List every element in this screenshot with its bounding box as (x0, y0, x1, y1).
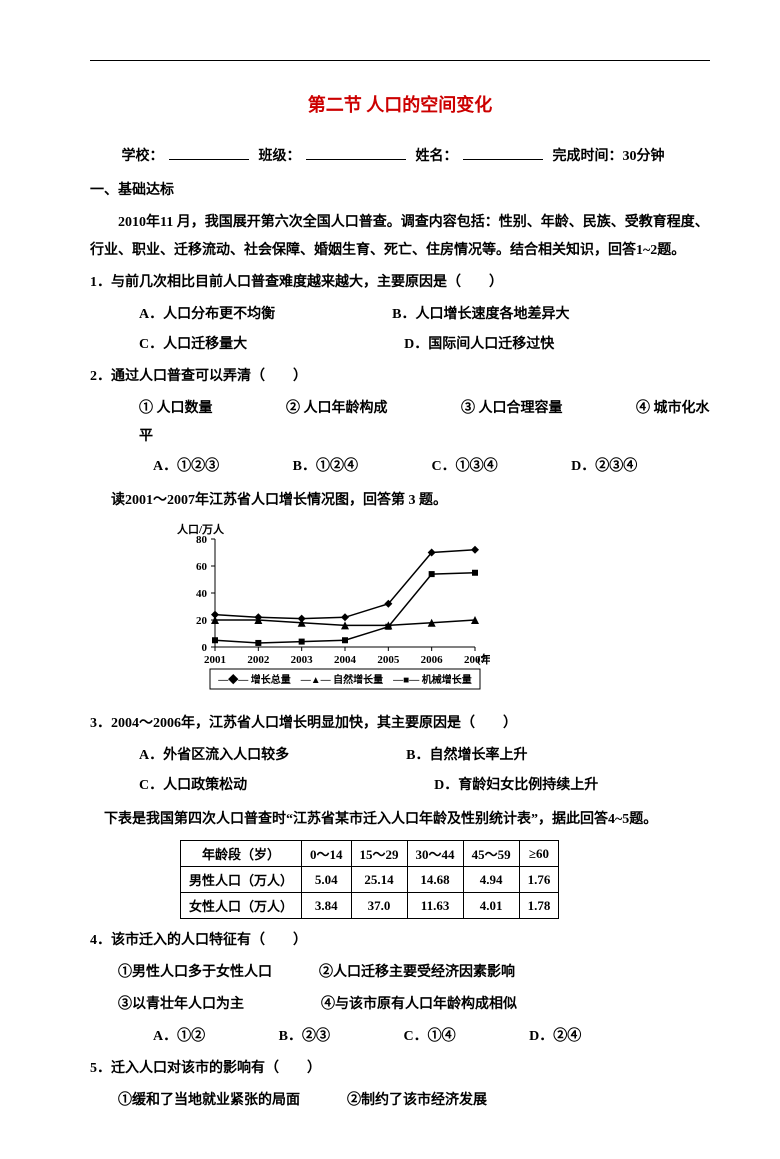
female-15-29: 37.0 (351, 893, 407, 919)
svg-text:2002: 2002 (247, 654, 270, 666)
male-45-59: 4.94 (463, 867, 519, 893)
population-chart: 人口/万人02040608020012002200320042005200620… (160, 519, 710, 704)
th-60plus: ≥60 (519, 841, 559, 867)
svg-text:60: 60 (196, 561, 208, 573)
q3-option-c[interactable]: C．人口政策松动 (139, 778, 247, 793)
q3-option-d[interactable]: D．育龄妇女比例持续上升 (434, 778, 598, 793)
svg-text:—◆— 增长总量 —▲— 自然增长量 —■— 机械增长量: —◆— 增长总量 —▲— 自然增长量 —■— 机械增长量 (217, 673, 471, 686)
section-heading: 一、基础达标 (90, 179, 710, 199)
q3-options-row2: C．人口政策松动 D．育龄妇女比例持续上升 (139, 772, 710, 800)
q5-stem: 5．迁入人口对该市的影响有（ ） (90, 1055, 710, 1083)
q3-stem: 3．2004～2006年，江苏省人口增长明显加快，其主要原因是（ ） (90, 710, 710, 738)
q5-sub1: ①缓和了当地就业紧张的局面 (118, 1093, 300, 1108)
th-0-14: 0～14 (302, 841, 352, 867)
female-45-59: 4.01 (463, 893, 519, 919)
q2-option-a[interactable]: A．①②③ (153, 459, 219, 474)
page-title: 第二节 人口的空间变化 (90, 91, 710, 117)
female-30-44: 11.63 (407, 893, 463, 919)
svg-text:2003: 2003 (291, 654, 314, 666)
svg-text:80: 80 (196, 534, 208, 546)
q4-option-c[interactable]: C．①④ (403, 1029, 455, 1044)
q2-option-b[interactable]: B．①②④ (293, 459, 358, 474)
q4-sub2: ②人口迁移主要受经济因素影响 (319, 965, 515, 980)
th-15-29: 15～29 (351, 841, 407, 867)
top-rule (90, 60, 710, 61)
q4-subitems-row2: ③以青壮年人口为主 ④与该市原有人口年龄构成相似 (118, 991, 710, 1019)
q2-options: A．①②③ B．①②④ C．①③④ D．②③④ (153, 453, 710, 481)
female-60plus: 1.78 (519, 893, 559, 919)
q1-option-b[interactable]: B．人口增长速度各地差异大 (392, 307, 569, 322)
svg-text:40: 40 (196, 588, 208, 600)
chart-caption: 读2001～2007年江苏省人口增长情况图，回答第 3 题。 (111, 487, 710, 515)
q5-sub2: ②制约了该市经济发展 (347, 1093, 487, 1108)
q3-options-row1: A．外省区流入人口较多 B．自然增长率上升 (139, 742, 710, 770)
name-label: 姓名： (416, 149, 458, 164)
info-line: 学校： 班级： 姓名： 完成时间：30分钟 (90, 145, 710, 165)
svg-text:0: 0 (202, 642, 208, 654)
male-15-29: 25.14 (351, 867, 407, 893)
male-60plus: 1.76 (519, 867, 559, 893)
q1-stem: 1．与前几次相比目前人口普查难度越来越大，主要原因是（ ） (90, 269, 710, 297)
q1-options-row2: C．人口迁移量大 D．国际间人口迁移过快 (139, 331, 710, 359)
male-30-44: 14.68 (407, 867, 463, 893)
q4-sub1: ①男性人口多于女性人口 (118, 965, 272, 980)
female-0-14: 3.84 (302, 893, 352, 919)
q1-options-row1: A．人口分布更不均衡 B．人口增长速度各地差异大 (139, 301, 710, 329)
q1-option-a[interactable]: A．人口分布更不均衡 (139, 307, 275, 322)
male-0-14: 5.04 (302, 867, 352, 893)
q4-option-a[interactable]: A．①② (153, 1029, 205, 1044)
q2-option-d[interactable]: D．②③④ (571, 459, 637, 474)
svg-text:2006: 2006 (421, 654, 444, 666)
q4-sub3: ③以青壮年人口为主 (118, 997, 244, 1012)
q2-option-c[interactable]: C．①③④ (431, 459, 497, 474)
table-row: 男性人口（万人） 5.04 25.14 14.68 4.94 1.76 (181, 867, 559, 893)
q4-option-d[interactable]: D．②④ (529, 1029, 581, 1044)
q4-sub4: ④与该市原有人口年龄构成相似 (321, 997, 517, 1012)
table-caption: 下表是我国第四次人口普查时“江苏省某市迁入人口年龄及性别统计表”，据此回答4~5… (104, 806, 710, 834)
school-blank[interactable] (169, 145, 249, 160)
q2-subitems: ① 人口数量 ② 人口年龄构成 ③ 人口合理容量 ④ 城市化水平 (139, 395, 710, 451)
class-blank[interactable] (306, 145, 406, 160)
page: 第二节 人口的空间变化 学校： 班级： 姓名： 完成时间：30分钟 一、基础达标… (0, 0, 780, 1159)
q4-option-b[interactable]: B．②③ (279, 1029, 330, 1044)
svg-text:20: 20 (196, 615, 208, 627)
school-label: 学校： (122, 149, 164, 164)
q2-sub1: ① 人口数量 (139, 401, 213, 416)
chart-svg: 人口/万人02040608020012002200320042005200620… (160, 519, 490, 699)
svg-text:2001: 2001 (204, 654, 226, 666)
female-label: 女性人口（万人） (181, 893, 302, 919)
th-45-59: 45～59 (463, 841, 519, 867)
q3-option-b[interactable]: B．自然增长率上升 (406, 748, 527, 763)
q2-sub4: ④ 城市化水平 (139, 401, 710, 444)
name-blank[interactable] (463, 145, 543, 160)
q1-option-d[interactable]: D．国际间人口迁移过快 (404, 337, 554, 352)
table-row: 女性人口（万人） 3.84 37.0 11.63 4.01 1.78 (181, 893, 559, 919)
table-row: 年龄段（岁） 0～14 15～29 30～44 45～59 ≥60 (181, 841, 559, 867)
q3-option-a[interactable]: A．外省区流入人口较多 (139, 748, 289, 763)
q4-options: A．①② B．②③ C．①④ D．②④ (153, 1023, 710, 1051)
svg-text:2004: 2004 (334, 654, 357, 666)
q5-subitems: ①缓和了当地就业紧张的局面 ②制约了该市经济发展 (118, 1087, 710, 1115)
svg-text:2005: 2005 (377, 654, 400, 666)
intro-paragraph: 2010年11 月，我国展开第六次全国人口普查。调查内容包括：性别、年龄、民族、… (90, 209, 710, 265)
th-30-44: 30～44 (407, 841, 463, 867)
q2-sub3: ③ 人口合理容量 (461, 401, 563, 416)
time-label: 完成时间：30分钟 (553, 149, 665, 164)
male-label: 男性人口（万人） (181, 867, 302, 893)
q1-option-c[interactable]: C．人口迁移量大 (139, 337, 247, 352)
q4-stem: 4．该市迁入的人口特征有（ ） (90, 927, 710, 955)
q2-stem: 2．通过人口普查可以弄清（ ） (90, 363, 710, 391)
q2-sub2: ② 人口年龄构成 (286, 401, 388, 416)
q4-subitems-row1: ①男性人口多于女性人口 ②人口迁移主要受经济因素影响 (118, 959, 710, 987)
th-age: 年龄段（岁） (181, 841, 302, 867)
migration-table: 年龄段（岁） 0～14 15～29 30～44 45～59 ≥60 男性人口（万… (180, 840, 559, 919)
class-label: 班级： (259, 149, 301, 164)
svg-text:(年): (年) (477, 652, 490, 666)
